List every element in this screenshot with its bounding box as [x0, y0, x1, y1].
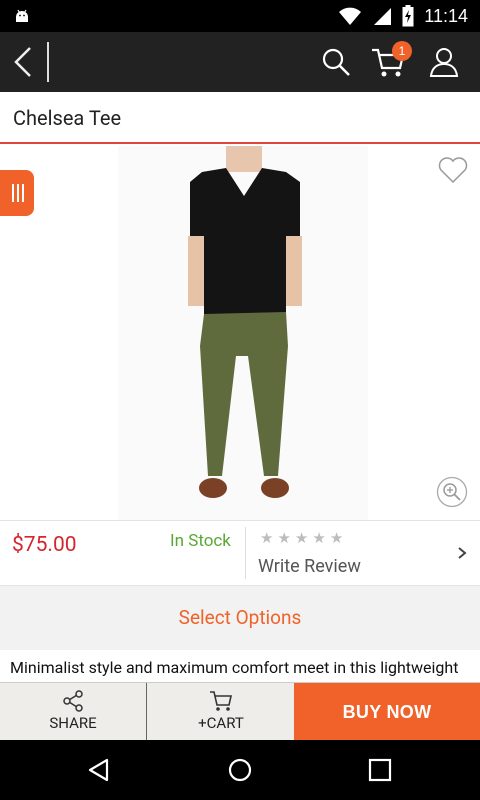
menu-bars-icon	[12, 184, 24, 202]
star-icon: ★	[329, 529, 344, 547]
nav-recents-icon[interactable]	[367, 757, 393, 783]
product-image-area	[0, 146, 480, 520]
back-icon[interactable]	[10, 44, 38, 80]
nav-back-icon[interactable]	[86, 757, 112, 783]
write-review-link[interactable]: Write Review	[258, 556, 361, 577]
search-icon[interactable]	[321, 47, 351, 77]
share-button[interactable]: SHARE	[0, 683, 147, 741]
zoom-in-icon[interactable]	[436, 476, 468, 508]
side-menu-tab[interactable]	[0, 170, 34, 216]
star-icon: ★	[294, 529, 309, 547]
signal-icon	[374, 8, 392, 25]
price-row-divider	[245, 527, 246, 579]
add-to-cart-label: +CART	[198, 714, 244, 732]
profile-icon[interactable]	[428, 46, 460, 78]
stock-status: In Stock	[170, 531, 231, 551]
app-bar-divider	[47, 42, 49, 82]
cart-icon	[210, 691, 232, 711]
add-to-cart-button[interactable]: +CART	[148, 683, 294, 741]
price-row: $75.00 In Stock ★ ★ ★ ★ ★ Write Review	[0, 520, 480, 586]
rating-stars: ★ ★ ★ ★ ★	[260, 529, 343, 547]
product-title: Chelsea Tee	[13, 106, 122, 130]
battery-charging-icon	[402, 5, 414, 27]
wifi-icon	[339, 7, 362, 25]
app-bar: 1	[0, 32, 480, 92]
status-bar: 11:14	[0, 0, 480, 32]
share-label: SHARE	[49, 714, 97, 732]
cart-count-badge: 1	[392, 41, 412, 61]
product-title-bar: Chelsea Tee	[0, 92, 480, 144]
status-time: 11:14	[424, 5, 468, 26]
product-image[interactable]	[118, 146, 368, 520]
action-bar: SHARE +CART BUY NOW	[0, 682, 480, 741]
system-nav-bar	[0, 740, 480, 800]
chevron-right-icon[interactable]	[456, 543, 468, 563]
share-icon	[63, 690, 83, 712]
star-icon: ★	[277, 529, 291, 547]
select-options-button[interactable]: Select Options	[0, 586, 480, 650]
android-icon	[16, 9, 28, 22]
star-icon: ★	[260, 529, 274, 547]
star-icon: ★	[312, 529, 326, 547]
product-description: Minimalist style and maximum comfort mee…	[10, 658, 459, 677]
nav-home-icon[interactable]	[227, 757, 253, 783]
product-price: $75.00	[12, 533, 77, 557]
heart-icon[interactable]	[438, 156, 468, 184]
buy-now-button[interactable]: BUY NOW	[294, 683, 480, 741]
